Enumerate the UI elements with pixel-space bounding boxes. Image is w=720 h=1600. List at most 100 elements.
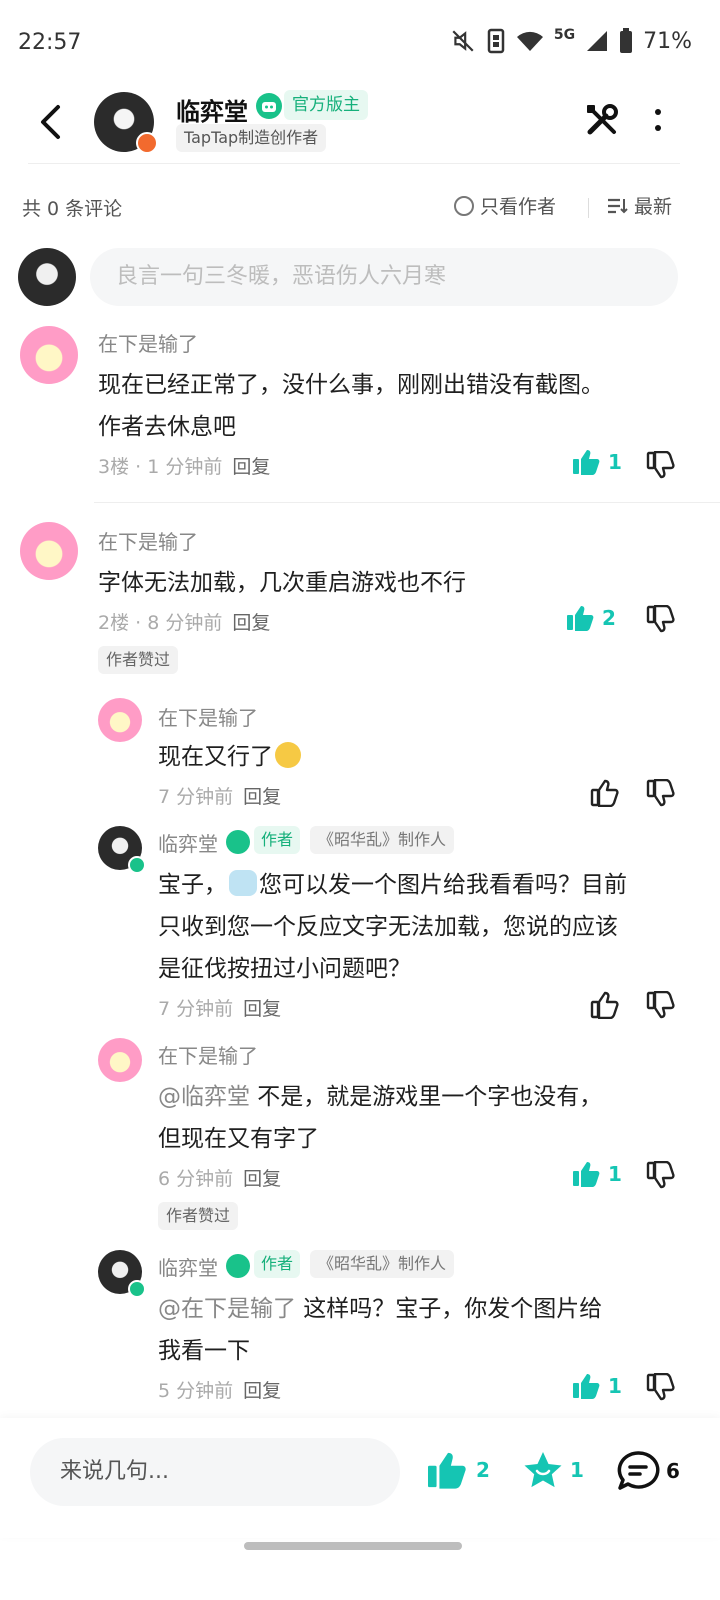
- reply-button[interactable]: 回复: [243, 998, 281, 1020]
- commenter-name[interactable]: 在下是输了: [158, 1040, 258, 1069]
- star-icon: [524, 1452, 562, 1488]
- comment-meta: 7 分钟前 回复: [158, 994, 281, 1021]
- bottom-comment-input[interactable]: 来说几句...: [30, 1438, 400, 1506]
- comment-filter-bar: 共 0 条评论 只看作者 最新: [0, 186, 720, 230]
- mention-link[interactable]: @在下是输了: [158, 1296, 296, 1322]
- like-button[interactable]: [588, 988, 622, 1022]
- filter-separator: [588, 198, 589, 218]
- more-vertical-icon: [655, 109, 661, 131]
- chevron-left-icon: [41, 105, 60, 139]
- comments-button[interactable]: 6: [616, 1450, 680, 1492]
- comment-time: 2楼 · 8 分钟前: [98, 612, 223, 634]
- reply-text: @临弈堂 不是，就是游戏里一个字也没有，: [158, 1084, 603, 1110]
- home-indicator[interactable]: [244, 1542, 462, 1550]
- comment-input[interactable]: 良言一句三冬暖，恶语伤人六月寒: [90, 248, 678, 306]
- like-button[interactable]: 1: [572, 1372, 622, 1400]
- commenter-name[interactable]: 在下是输了: [98, 328, 198, 357]
- dislike-button[interactable]: [644, 1370, 678, 1404]
- verified-icon: [256, 93, 282, 119]
- thumbs-down-icon: [646, 1373, 675, 1401]
- creator-tag: TapTap制造创作者: [176, 124, 327, 152]
- verified-badge-icon: [128, 1280, 146, 1298]
- like-button[interactable]: 2: [566, 604, 616, 632]
- thumbs-down-icon: [646, 605, 675, 633]
- only-author-toggle[interactable]: 只看作者: [454, 192, 556, 219]
- dislike-button[interactable]: [644, 776, 678, 810]
- verified-icon: [226, 1254, 250, 1278]
- comment-compose: 良言一句三冬暖，恶语伤人六月寒: [0, 248, 720, 308]
- commenter-name[interactable]: 临弈堂: [158, 1252, 218, 1281]
- radio-circle-icon: [454, 195, 474, 216]
- thumbs-up-icon: [573, 1162, 600, 1187]
- comment-time: 7 分钟前: [158, 998, 234, 1020]
- status-time: 22:57: [18, 30, 82, 55]
- dislike-button[interactable]: [644, 988, 678, 1022]
- author-liked-tag: 作者赞过: [98, 646, 179, 674]
- verified-icon: [226, 830, 250, 854]
- like-button[interactable]: 1: [572, 1160, 622, 1188]
- sort-button[interactable]: 最新: [606, 192, 672, 219]
- level-badge-icon: [136, 132, 158, 154]
- reply-button[interactable]: 回复: [243, 786, 281, 808]
- thumbs-down-icon: [646, 779, 675, 807]
- comment-meta: 6 分钟前 回复: [158, 1164, 281, 1191]
- author-tag: 作者: [254, 1250, 301, 1278]
- signal-icon: [585, 29, 609, 53]
- like-count: 1: [608, 1162, 622, 1186]
- emoji-icon: [229, 870, 257, 896]
- reply-text: @在下是输了 这样吗？宝子，你发个图片给: [158, 1296, 603, 1322]
- battery-level: 71%: [643, 28, 692, 54]
- post-like-button[interactable]: 2: [426, 1450, 490, 1490]
- commenter-name[interactable]: 在下是输了: [98, 526, 198, 555]
- comment-text: 作者去休息吧: [98, 414, 236, 440]
- commenter-avatar[interactable]: [20, 326, 78, 384]
- like-count: 1: [608, 450, 622, 474]
- back-button[interactable]: [32, 102, 68, 142]
- comment-meta: 7 分钟前 回复: [158, 782, 281, 809]
- comment-meta: 5 分钟前 回复: [158, 1376, 281, 1403]
- reply-button[interactable]: 回复: [232, 612, 270, 634]
- reply-button[interactable]: 回复: [243, 1168, 281, 1190]
- emoji-icon: [275, 742, 301, 768]
- reply-button[interactable]: 回复: [232, 456, 270, 478]
- mention-link[interactable]: @临弈堂: [158, 1084, 250, 1110]
- comment-item: 在下是输了 现在已经正常了，没什么事，刚刚出错没有截图。 作者去休息吧 3楼 ·…: [0, 322, 720, 492]
- commenter-name[interactable]: 在下是输了: [158, 702, 258, 731]
- comment-text: 字体无法加载，几次重启游戏也不行: [98, 570, 466, 596]
- commenter-avatar[interactable]: [20, 522, 78, 580]
- wifi-icon: [516, 29, 544, 53]
- like-button[interactable]: 1: [572, 448, 622, 476]
- thumbs-down-icon: [646, 451, 675, 479]
- reply-button[interactable]: 回复: [243, 1380, 281, 1402]
- tools-button[interactable]: [582, 100, 622, 140]
- like-button[interactable]: [588, 776, 622, 810]
- commenter-avatar[interactable]: [98, 1038, 142, 1082]
- commenter-avatar[interactable]: [98, 698, 142, 742]
- comment-divider: [94, 502, 720, 503]
- commenter-name[interactable]: 临弈堂: [158, 828, 218, 857]
- more-options-button[interactable]: [646, 100, 670, 140]
- reply-text: 宝子， 您可以发一个图片给我看看吗？目前: [158, 870, 627, 898]
- sort-icon: [608, 198, 628, 213]
- thumbs-up-icon: [567, 606, 594, 631]
- comment-time: 5 分钟前: [158, 1380, 234, 1402]
- author-liked-tag: 作者赞过: [158, 1202, 239, 1230]
- post-header: 临弈堂 官方版主 TapTap制造创作者: [0, 84, 720, 164]
- dislike-button[interactable]: [644, 602, 678, 636]
- header-divider: [28, 163, 680, 164]
- bottom-action-bar: 来说几句... 2 1 6: [0, 1418, 720, 1538]
- author-avatar[interactable]: [94, 92, 158, 154]
- dislike-button[interactable]: [644, 1158, 678, 1192]
- comments-count: 6: [666, 1459, 680, 1483]
- post-like-count: 2: [476, 1458, 490, 1482]
- comment-time: 7 分钟前: [158, 786, 234, 808]
- favorite-count: 1: [570, 1458, 584, 1482]
- author-name[interactable]: 临弈堂: [176, 92, 248, 127]
- verified-badge-icon: [128, 856, 146, 874]
- maker-tag: 《昭华乱》制作人: [310, 826, 455, 854]
- dislike-button[interactable]: [644, 448, 678, 482]
- favorite-button[interactable]: 1: [522, 1450, 584, 1490]
- comment-text: 现在已经正常了，没什么事，刚刚出错没有截图。: [98, 372, 604, 398]
- sort-label: 最新: [634, 196, 673, 218]
- thumbs-up-icon: [573, 450, 600, 475]
